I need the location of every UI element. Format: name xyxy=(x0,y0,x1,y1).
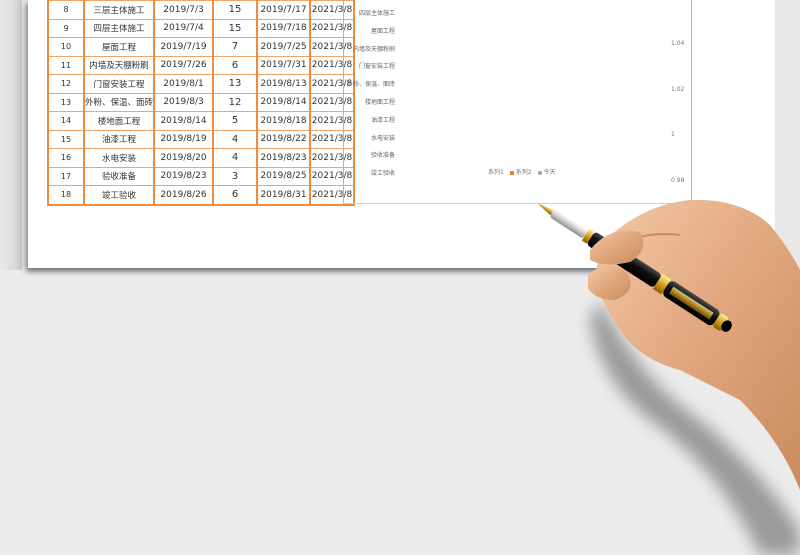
cell-start[interactable]: 2019/8/26 xyxy=(153,185,214,205)
cell-end[interactable]: 2019/7/17 xyxy=(256,0,311,20)
cell-start[interactable]: 2019/8/23 xyxy=(153,166,214,186)
chart-axis-tick-label: 1.02 xyxy=(671,85,685,93)
background-shade xyxy=(0,0,22,270)
cell-end[interactable]: 2019/8/22 xyxy=(256,129,311,149)
cell-no[interactable]: 8 xyxy=(47,0,85,20)
cell-task[interactable]: 门窗安装工程 xyxy=(82,74,155,94)
cell-task[interactable]: 外粉、保温、面砖 xyxy=(82,92,155,112)
cell-no[interactable]: 9 xyxy=(47,18,85,38)
cell-start[interactable]: 2019/7/19 xyxy=(153,37,214,57)
table-row: 9 四层主体施工 2019/7/4 15 2019/7/18 2021/3/8 xyxy=(47,18,355,38)
gantt-chart: 四层主体施工屋面工程内墙及天棚粉刷 门窗安装工程外粉、保温、面砖楼地面工程油漆工程… xyxy=(343,0,705,204)
chart-category-label: 竣工验收 xyxy=(370,170,395,178)
cell-task[interactable]: 竣工验收 xyxy=(82,185,155,205)
cell-task[interactable]: 油漆工程 xyxy=(82,129,155,149)
cell-start[interactable]: 2019/8/19 xyxy=(153,129,214,149)
cell-no[interactable]: 12 xyxy=(47,74,85,94)
chart-category-label: 屋面工程 xyxy=(370,27,395,35)
cell-no[interactable]: 16 xyxy=(47,148,85,168)
cell-days[interactable]: 4 xyxy=(212,148,258,168)
chart-category-label: 验收准备 xyxy=(370,152,395,160)
table-row: 16 水电安装 2019/8/20 4 2019/8/23 2021/3/8 xyxy=(47,148,355,168)
cell-no[interactable]: 13 xyxy=(47,92,85,112)
chart-category-label: 楼地面工程 xyxy=(364,99,395,106)
cell-no[interactable]: 10 xyxy=(47,37,85,57)
cell-no[interactable]: 14 xyxy=(47,111,85,131)
cell-start[interactable]: 2019/7/3 xyxy=(153,0,214,20)
cell-start[interactable]: 2019/7/26 xyxy=(153,55,214,75)
background-right xyxy=(775,0,800,270)
cell-no[interactable]: 17 xyxy=(47,166,85,186)
hand-shadow xyxy=(590,300,800,555)
cell-days[interactable]: 5 xyxy=(212,111,258,131)
cell-end[interactable]: 2019/7/25 xyxy=(256,37,311,57)
cell-end[interactable]: 2019/8/14 xyxy=(256,92,311,112)
chart-frame-bottom xyxy=(343,203,705,204)
table-row: 17 验收准备 2019/8/23 3 2019/8/25 2021/3/8 xyxy=(47,166,355,186)
cell-task[interactable]: 四层主体施工 xyxy=(82,18,155,38)
cell-start[interactable]: 2019/8/1 xyxy=(153,74,214,94)
legend-series1: 系列1 xyxy=(488,169,504,176)
cell-days[interactable]: 6 xyxy=(212,185,258,205)
table-row: 11 内墙及天棚粉刷 2019/7/26 6 2019/7/31 2021/3/8 xyxy=(47,55,355,75)
table-row: 14 楼地面工程 2019/8/14 5 2019/8/18 2021/3/8 xyxy=(47,111,355,131)
table-row: 12 门窗安装工程 2019/8/1 13 2019/8/13 2021/3/8 xyxy=(47,74,355,94)
cell-start[interactable]: 2019/8/3 xyxy=(153,92,214,112)
chart-axis-tick-label: 1 xyxy=(671,131,675,138)
cell-days[interactable]: 3 xyxy=(212,166,258,186)
cell-no[interactable]: 15 xyxy=(47,129,85,149)
chart-category-label: 门窗安装工程 xyxy=(358,63,395,71)
chart-legend: 系列1 系列2 今天 xyxy=(488,167,556,176)
table-row: 13 外粉、保温、面砖 2019/8/3 12 2019/8/14 2021/3/8 xyxy=(47,92,355,112)
cell-days[interactable]: 6 xyxy=(212,55,258,75)
cell-task[interactable]: 内墙及天棚粉刷 xyxy=(82,55,155,75)
chart-category-label: 油漆工程 xyxy=(370,116,395,124)
cell-end[interactable]: 2019/8/31 xyxy=(256,185,311,205)
cell-days[interactable]: 4 xyxy=(212,129,258,149)
chart-category-label: 内墙及天棚粉刷 xyxy=(352,45,395,53)
cell-no[interactable]: 11 xyxy=(47,55,85,75)
cell-end[interactable]: 2019/8/18 xyxy=(256,111,311,131)
cell-days[interactable]: 13 xyxy=(212,74,258,94)
table-row: 10 屋面工程 2019/7/19 7 2019/7/25 2021/3/8 xyxy=(47,37,355,57)
cell-days[interactable]: 7 xyxy=(212,37,258,57)
cell-days[interactable]: 15 xyxy=(212,0,258,20)
cell-task[interactable]: 验收准备 xyxy=(82,166,155,186)
cell-start[interactable]: 2019/7/4 xyxy=(153,18,214,38)
chart-category-label: 水电安装 xyxy=(370,134,395,142)
cell-no[interactable]: 18 xyxy=(47,185,85,205)
schedule-table: 8 三层主体施工 2019/7/3 15 2019/7/17 2021/3/8 9 四层主体施… xyxy=(47,0,356,206)
cell-days[interactable]: 15 xyxy=(212,18,258,38)
chart-category-label: 外粉、保温、面砖 xyxy=(346,81,395,89)
cell-days[interactable]: 12 xyxy=(212,92,258,112)
cell-end[interactable]: 2019/8/25 xyxy=(256,166,311,186)
cell-task[interactable]: 屋面工程 xyxy=(82,37,155,57)
chart-category-label: 四层主体施工 xyxy=(358,10,395,17)
chart-axis-tick-label: 1.04 xyxy=(671,40,685,47)
legend-series2: 系列2 xyxy=(515,169,532,176)
cell-end[interactable]: 2019/8/23 xyxy=(256,148,311,168)
cell-task[interactable]: 水电安装 xyxy=(82,148,155,168)
cell-start[interactable]: 2019/8/14 xyxy=(153,111,214,131)
legend-today: 今天 xyxy=(543,169,556,176)
legend-series2-swatch xyxy=(509,170,514,175)
cell-task[interactable]: 三层主体施工 xyxy=(82,0,155,20)
table-row: 8 三层主体施工 2019/7/3 15 2019/7/17 2021/3/8 xyxy=(47,0,355,20)
cell-start[interactable]: 2019/8/20 xyxy=(153,148,214,168)
table-row: 15 油漆工程 2019/8/19 4 2019/8/22 2021/3/8 xyxy=(47,129,355,149)
cell-end[interactable]: 2019/7/31 xyxy=(256,55,311,75)
cell-end[interactable]: 2019/8/13 xyxy=(256,74,311,94)
chart-secondary-axis xyxy=(691,0,692,204)
table-row: 18 竣工验收 2019/8/26 6 2019/8/31 2021/3/8 xyxy=(47,185,355,205)
cell-end[interactable]: 2019/7/18 xyxy=(256,18,311,38)
cell-task[interactable]: 楼地面工程 xyxy=(82,111,155,131)
legend-today-marker xyxy=(537,170,542,175)
chart-axis-tick-label: 0.98 xyxy=(671,176,685,184)
chart-frame-left xyxy=(343,0,344,204)
